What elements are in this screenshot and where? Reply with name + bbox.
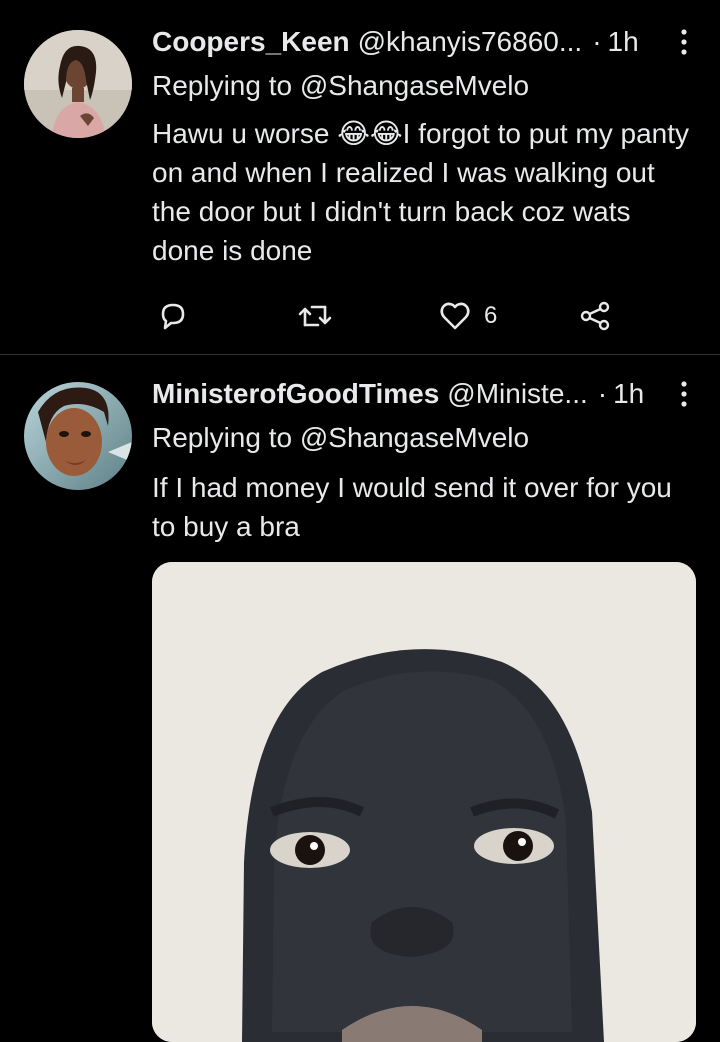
tweet-divider [0,354,720,355]
like-count: 6 [484,302,498,329]
replying-to[interactable]: Replying to @ShangaseMvelo [152,70,529,102]
heart-icon [440,302,470,330]
tweet-text: Hawu u worse 😂😂I forgot to put my panty … [152,114,692,270]
reply-button[interactable] [156,296,190,336]
tweet-actions: 6 [152,296,632,336]
reply-icon [161,303,185,330]
emoji: 😂😂 [337,118,403,149]
separator-dot: · [592,26,602,57]
tweet-text-start: Hawu u worse [152,118,338,149]
share-button[interactable] [578,296,612,336]
tweet-text: If I had money I would send it over for … [152,472,672,542]
woman-portrait-avatar-icon [24,30,132,138]
like-button[interactable]: 6 [438,296,497,336]
avatar[interactable] [24,382,132,490]
replying-to[interactable]: Replying to @ShangaseMvelo [152,422,529,454]
retweet-icon [298,305,332,327]
tweet-2[interactable]: MinisterofGoodTimes @Ministe... · 1h Rep… [0,356,720,1042]
timestamp[interactable]: 1h [608,26,639,58]
author-handle[interactable]: @khanyis76860... [358,26,583,58]
woman-face-avatar-icon [24,382,132,490]
author-handle[interactable]: @Ministe... [447,378,587,410]
tweet-header: MinisterofGoodTimes @Ministe... · 1h [152,374,692,414]
avatar[interactable] [24,30,132,138]
retweet-button[interactable] [296,296,334,336]
timestamp[interactable]: 1h [613,378,644,410]
face-mask-photo-icon [152,562,696,1042]
more-options-icon[interactable] [676,28,692,56]
tweet-media[interactable] [152,562,696,1042]
separator-dot: · [597,378,608,409]
share-icon [580,301,610,331]
author-name[interactable]: MinisterofGoodTimes [152,378,439,410]
more-options-icon[interactable] [676,380,692,408]
author-name[interactable]: Coopers_Keen [152,26,350,58]
tweet-1[interactable]: Coopers_Keen @khanyis76860... · 1h Reply… [0,0,720,354]
tweet-header: Coopers_Keen @khanyis76860... · 1h [152,22,692,62]
